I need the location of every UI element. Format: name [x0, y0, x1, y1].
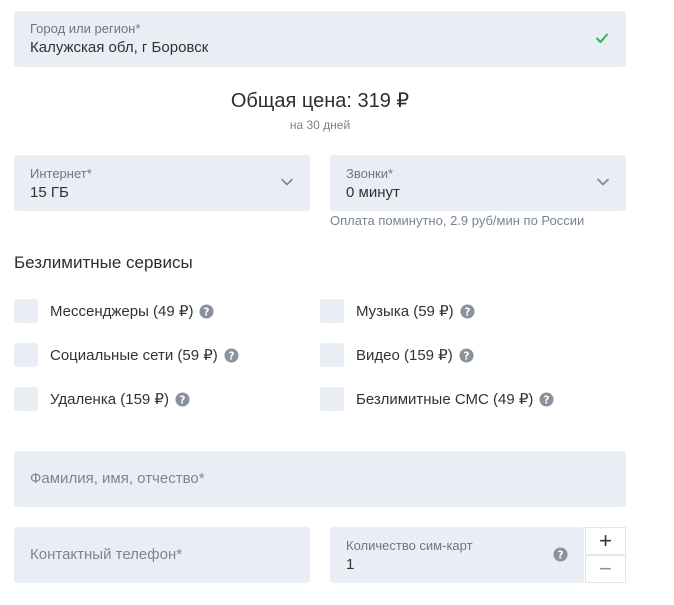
- total-price: Общая цена: 319 ₽: [230, 90, 410, 112]
- service-music[interactable]: Музыка (59 ₽) ?: [320, 298, 475, 324]
- chevron-down-icon: [597, 178, 609, 186]
- help-icon[interactable]: ?: [553, 547, 568, 562]
- help-icon[interactable]: ?: [224, 347, 239, 363]
- checkbox[interactable]: [320, 387, 344, 411]
- fullname-input[interactable]: Фамилия, имя, отчество*: [14, 451, 626, 507]
- checkbox[interactable]: [14, 343, 38, 367]
- chevron-down-icon: [281, 178, 293, 186]
- check-icon: [596, 33, 608, 43]
- help-icon[interactable]: ?: [175, 391, 190, 407]
- phone-placeholder: Контактный телефон*: [30, 546, 183, 563]
- internet-value: 15 ГБ: [30, 184, 69, 201]
- decrement-button[interactable]: −: [585, 555, 626, 583]
- region-field[interactable]: Город или регион* Калужская обл, г Боров…: [14, 11, 626, 67]
- service-label: Удаленка (159 ₽): [50, 391, 169, 408]
- checkbox[interactable]: [14, 299, 38, 323]
- sim-value: 1: [346, 556, 355, 573]
- service-label: Музыка (59 ₽): [356, 303, 454, 320]
- help-icon[interactable]: ?: [459, 347, 474, 363]
- svg-text:?: ?: [463, 350, 469, 362]
- service-video[interactable]: Видео (159 ₽) ?: [320, 342, 474, 368]
- fullname-placeholder: Фамилия, имя, отчество*: [30, 470, 205, 487]
- checkbox[interactable]: [14, 387, 38, 411]
- service-label: Социальные сети (59 ₽): [50, 347, 218, 364]
- svg-text:?: ?: [464, 306, 470, 318]
- phone-input[interactable]: Контактный телефон*: [14, 527, 310, 583]
- service-label: Безлимитные СМС (49 ₽): [356, 391, 534, 408]
- help-icon[interactable]: ?: [460, 303, 475, 319]
- svg-text:?: ?: [544, 394, 550, 406]
- region-label: Город или регион*: [30, 21, 141, 36]
- svg-text:?: ?: [558, 549, 564, 561]
- help-icon[interactable]: ?: [199, 303, 214, 319]
- services-title: Безлимитные сервисы: [14, 253, 193, 272]
- calls-label: Звонки*: [346, 166, 394, 181]
- calls-select[interactable]: Звонки* 0 минут: [330, 155, 626, 211]
- service-messengers[interactable]: Мессенджеры (49 ₽) ?: [14, 298, 214, 324]
- svg-text:?: ?: [228, 350, 234, 362]
- sim-label: Количество сим-карт: [346, 538, 473, 553]
- help-icon[interactable]: ?: [539, 391, 554, 407]
- checkbox[interactable]: [320, 299, 344, 323]
- internet-label: Интернет*: [30, 166, 92, 181]
- sim-quantity-field[interactable]: Количество сим-карт 1 ?: [330, 527, 584, 583]
- price-period: на 30 дней: [289, 118, 351, 132]
- region-value: Калужская обл, г Боровск: [30, 39, 209, 56]
- increment-button[interactable]: +: [585, 527, 626, 555]
- service-social[interactable]: Социальные сети (59 ₽) ?: [14, 342, 239, 368]
- svg-text:?: ?: [179, 394, 185, 406]
- service-label: Мессенджеры (49 ₽): [50, 303, 194, 320]
- internet-select[interactable]: Интернет* 15 ГБ: [14, 155, 310, 211]
- checkbox[interactable]: [320, 343, 344, 367]
- calls-value: 0 минут: [346, 184, 400, 201]
- svg-text:?: ?: [204, 306, 210, 318]
- service-remote[interactable]: Удаленка (159 ₽) ?: [14, 386, 190, 412]
- calls-note: Оплата поминутно, 2.9 руб/мин по России: [330, 213, 585, 228]
- service-label: Видео (159 ₽): [356, 347, 453, 364]
- service-sms[interactable]: Безлимитные СМС (49 ₽) ?: [320, 386, 554, 412]
